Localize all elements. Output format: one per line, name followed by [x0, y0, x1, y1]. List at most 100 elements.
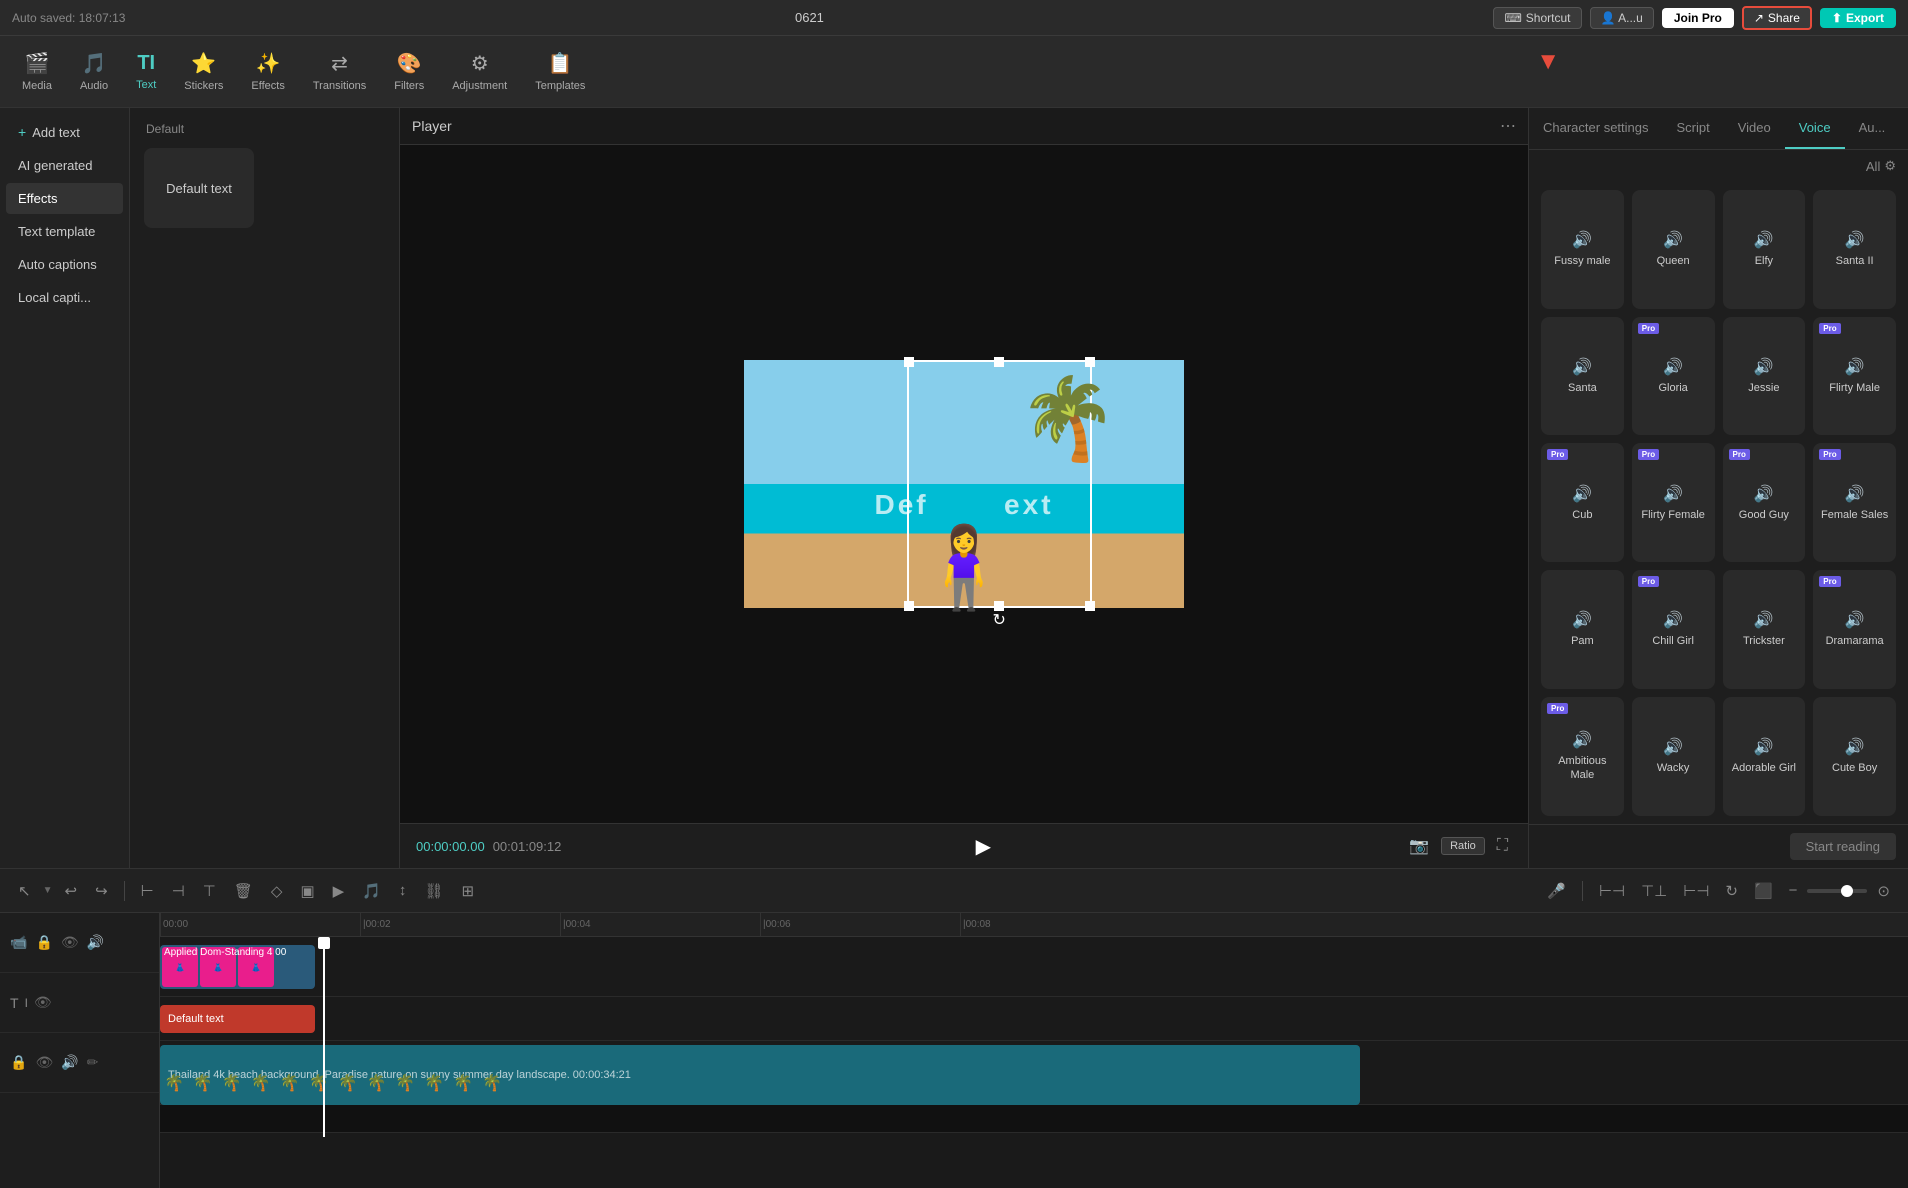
fit-right-button[interactable]: ⊢⊣ — [1677, 878, 1715, 904]
bg-edit-button[interactable]: ✏ — [85, 1052, 101, 1073]
thumbnail-button[interactable]: ⊞ — [455, 878, 480, 904]
voice-card-trickster[interactable]: 🔊Trickster — [1723, 570, 1806, 689]
bg-audio-button[interactable]: 🔊 — [59, 1052, 80, 1073]
loop-button[interactable]: ↻ — [1719, 878, 1744, 904]
filter-button[interactable]: All ⚙ — [1866, 158, 1896, 174]
tab-character-settings[interactable]: Character settings — [1529, 108, 1663, 149]
crop-button[interactable]: ▣ — [294, 878, 320, 904]
split-left-button[interactable]: ⊣ — [166, 878, 191, 904]
voice-card-jessie[interactable]: 🔊Jessie — [1723, 317, 1806, 436]
default-text-card[interactable]: Default text — [144, 148, 254, 228]
voice-card-good-guy[interactable]: Pro🔊Good Guy — [1723, 443, 1806, 562]
voice-card-flirty-male[interactable]: Pro🔊Flirty Male — [1813, 317, 1896, 436]
voice-card-chill-girl[interactable]: Pro🔊Chill Girl — [1632, 570, 1715, 689]
audio-button[interactable]: 🎵 — [356, 878, 387, 904]
zoom-slider[interactable] — [1807, 889, 1867, 893]
play-button[interactable]: ▶ — [327, 878, 351, 904]
redo-button[interactable]: ↪ — [89, 878, 114, 904]
voice-card-santa-ii[interactable]: 🔊Santa II — [1813, 190, 1896, 309]
tab-voice[interactable]: Voice — [1785, 108, 1845, 149]
toolbar-adjustment[interactable]: ⚙ Adjustment — [438, 45, 521, 98]
toolbar-templates[interactable]: 📋 Templates — [521, 45, 599, 98]
screenshot-button[interactable]: 📷 — [1405, 832, 1433, 860]
bg-lock-button[interactable]: 🔒 — [8, 1052, 29, 1073]
text-visibility-button[interactable]: 👁 — [32, 992, 54, 1013]
zoom-reset-button[interactable]: ⊙ — [1871, 878, 1896, 904]
link-button[interactable]: ⛓ — [418, 878, 449, 904]
voice-card-cub[interactable]: Pro🔊Cub — [1541, 443, 1624, 562]
pro-badge: Pro — [1638, 323, 1659, 334]
player-menu-button[interactable]: ⋯ — [1500, 116, 1516, 136]
voice-card-elfy[interactable]: 🔊Elfy — [1723, 190, 1806, 309]
tab-video[interactable]: Video — [1724, 108, 1785, 149]
playhead-head[interactable] — [318, 937, 330, 949]
player-area: Player ⋯ 🌴 🧍‍♀️ Def ext — [400, 108, 1528, 868]
arrow-button[interactable]: ↕ — [393, 878, 413, 903]
audio-ctrl-button[interactable]: 🔊 — [85, 932, 106, 953]
video-clip[interactable]: Applied Dom-Standing 4 00 👗 👗 👗 — [160, 945, 315, 989]
voice-card-female-sales[interactable]: Pro🔊Female Sales — [1813, 443, 1896, 562]
voice-card-wacky[interactable]: 🔊Wacky — [1632, 697, 1715, 816]
ruler-mark-1: |00:02 — [360, 913, 391, 936]
toolbar-effects[interactable]: ✨ Effects — [237, 45, 298, 98]
zoom-out-button[interactable]: − — [1783, 878, 1804, 903]
timeline: ↖ ▼ ↩ ↪ ⊢ ⊣ ⊤ 🗑 ◇ ▣ ▶ 🎵 ↕ ⛓ ⊞ 🎤 ⊢⊣ ⊤⊥ ⊢⊣… — [0, 868, 1908, 1188]
toolbar-stickers[interactable]: ⭐ Stickers — [170, 45, 237, 98]
tab-au[interactable]: Au... — [1845, 108, 1900, 149]
start-reading-button[interactable]: Start reading — [1790, 833, 1896, 860]
voice-card-name-cute-boy: Cute Boy — [1832, 761, 1877, 775]
auto-captions-button[interactable]: Auto captions — [6, 249, 123, 280]
voice-card-flirty-female[interactable]: Pro🔊Flirty Female — [1632, 443, 1715, 562]
toolbar-filters[interactable]: 🎨 Filters — [380, 45, 438, 98]
split-button[interactable]: ⊢ — [135, 878, 160, 904]
split-track-button[interactable]: ⬛ — [1748, 878, 1779, 904]
add-text-button[interactable]: + Add text — [6, 116, 123, 148]
tab-script[interactable]: Script — [1663, 108, 1724, 149]
ai-generated-button[interactable]: AI generated — [6, 150, 123, 181]
playhead[interactable] — [323, 937, 325, 1137]
fit-left-button[interactable]: ⊢⊣ — [1593, 878, 1631, 904]
text-template-button[interactable]: Text template — [6, 216, 123, 247]
voice-card-pam[interactable]: 🔊Pam — [1541, 570, 1624, 689]
delete-button[interactable]: 🗑 — [228, 878, 259, 904]
mic-button[interactable]: 🎤 — [1541, 878, 1572, 904]
bg-clip[interactable]: Thailand 4k beach background. Paradise n… — [160, 1045, 1360, 1105]
marker-button[interactable]: ◇ — [265, 878, 289, 904]
voice-card-santa[interactable]: 🔊Santa — [1541, 317, 1624, 436]
bg-visibility-button[interactable]: 👁 — [33, 1052, 55, 1073]
voice-card-name-wacky: Wacky — [1657, 761, 1690, 775]
voice-card-adorable-girl[interactable]: 🔊Adorable Girl — [1723, 697, 1806, 816]
select-tool[interactable]: ↖ — [12, 878, 37, 904]
ratio-button[interactable]: Ratio — [1441, 837, 1485, 855]
account-button[interactable]: 👤 A...u — [1590, 7, 1654, 29]
toolbar-text[interactable]: TI Text — [122, 46, 170, 97]
voice-card-gloria[interactable]: Pro🔊Gloria — [1632, 317, 1715, 436]
local-captions-button[interactable]: Local capti... — [6, 282, 123, 313]
toolbar-media[interactable]: 🎬 Media — [8, 45, 66, 98]
voice-card-fussy-male[interactable]: 🔊Fussy male — [1541, 190, 1624, 309]
text-clip[interactable]: Default text — [160, 1005, 315, 1033]
visibility-button[interactable]: 👁 — [59, 932, 81, 953]
effects-button[interactable]: Effects — [6, 183, 123, 214]
voice-card-queen[interactable]: 🔊Queen — [1632, 190, 1715, 309]
camera-icon[interactable]: 📹 — [8, 932, 29, 953]
join-pro-button[interactable]: Join Pro — [1662, 8, 1734, 28]
fullscreen-button[interactable]: ⛶ — [1493, 833, 1512, 859]
voice-card-cute-boy[interactable]: 🔊Cute Boy — [1813, 697, 1896, 816]
share-button[interactable]: ↗ Share — [1742, 6, 1812, 30]
shortcut-button[interactable]: ⌨ Shortcut — [1493, 7, 1581, 29]
toolbar-transitions[interactable]: ⇄ Transitions — [299, 45, 380, 98]
voice-card-ambitious-male[interactable]: Pro🔊Ambitious Male — [1541, 697, 1624, 816]
voice-footer: Start reading — [1529, 824, 1908, 868]
export-button[interactable]: ⬆ Export — [1820, 8, 1896, 28]
split-right-button[interactable]: ⊤ — [197, 878, 222, 904]
voice-card-dramarama[interactable]: Pro🔊Dramarama — [1813, 570, 1896, 689]
fit-button[interactable]: ⊤⊥ — [1635, 878, 1673, 904]
play-button[interactable]: ▶ — [976, 834, 991, 859]
toolbar-audio[interactable]: 🎵 Audio — [66, 45, 122, 98]
undo-button[interactable]: ↩ — [58, 878, 83, 904]
rotate-handle[interactable]: ↻ — [992, 610, 1005, 630]
lock-button[interactable]: 🔒 — [33, 932, 54, 953]
voice-card-name-chill-girl: Chill Girl — [1652, 634, 1694, 648]
left-panel: + Add text AI generated Effects Text tem… — [0, 108, 130, 868]
